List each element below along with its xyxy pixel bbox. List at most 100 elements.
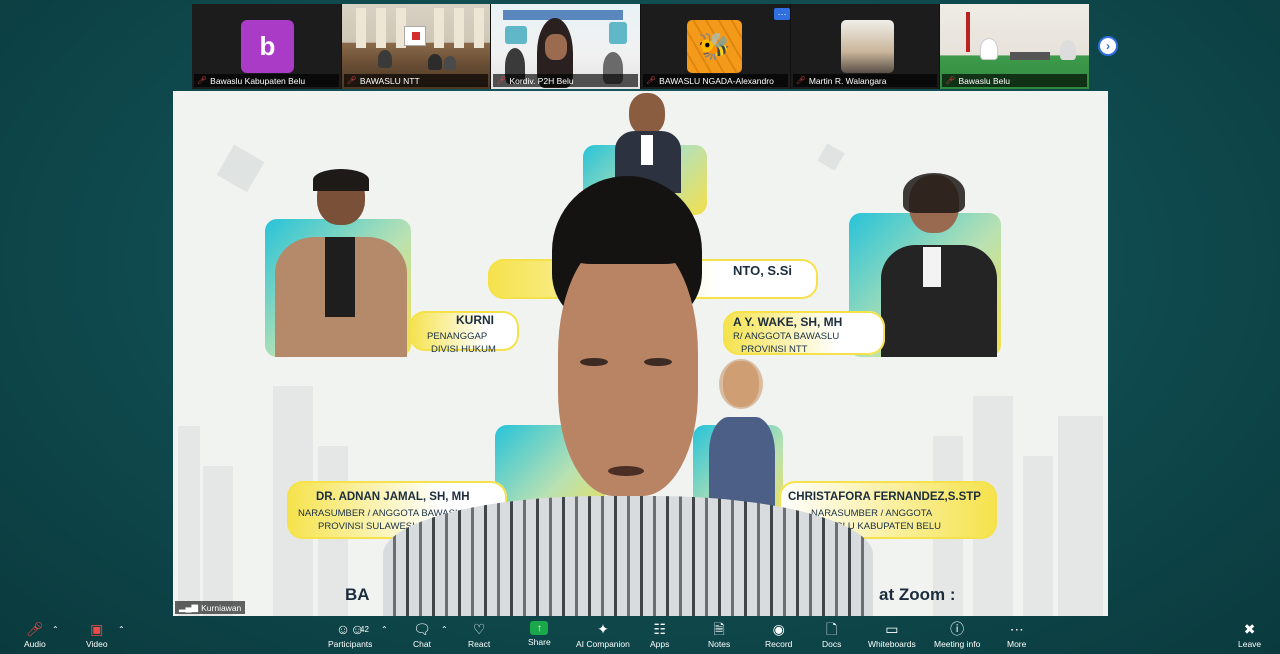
speaker-role: PROVINSI NTT: [741, 344, 808, 355]
whiteboards-label: Whiteboards: [868, 639, 916, 649]
video-label: Video: [86, 639, 108, 649]
speaker-role: PENANGGAP: [427, 331, 488, 342]
participants-options-caret[interactable]: ⌃: [381, 625, 388, 634]
record-icon: ◉: [772, 621, 785, 637]
docs-icon: 🗋︎: [826, 621, 838, 637]
whiteboard-icon: ▭: [885, 621, 899, 637]
participant-name-bar: 🎤︎ Bawaslu Belu: [942, 74, 1088, 87]
decorative-shape: [817, 143, 845, 171]
speaker-role: NARASUMBER / ANGGOTA: [811, 508, 933, 519]
share-label: Share: [528, 637, 551, 647]
participant-tile[interactable]: b 🎤︎ Bawaslu Kabupaten Belu: [192, 4, 341, 89]
speaker-role: DIVISI HUKUM: [431, 344, 496, 355]
leave-button[interactable]: ✖ Leave: [1238, 621, 1261, 649]
participant-tile[interactable]: 🎤︎ Martin R. Walangara: [790, 4, 940, 89]
speaker-name: A Y. WAKE, SH, MH: [733, 315, 843, 329]
participants-label: Participants: [328, 639, 373, 649]
docs-button[interactable]: 🗋︎ Docs: [822, 621, 841, 649]
meeting-toolbar: 🎤︎ Audio ⌃ ▣ Video ⌃ ☺☺ Participants 42 …: [0, 617, 1280, 654]
gallery-strip: b 🎤︎ Bawaslu Kabupaten Belu 🎤︎ BAWASLU N…: [192, 4, 1090, 89]
speaker-username: Kurniawan: [201, 602, 242, 613]
share-button[interactable]: ↑ Share: [528, 621, 551, 647]
participant-tile[interactable]: 🎤︎ BAWASLU NTT: [341, 4, 491, 89]
more-button[interactable]: ⋯ More: [1007, 621, 1026, 649]
ai-companion-button[interactable]: ✦ AI Companion: [576, 621, 630, 649]
speaker-name: KURNI: [456, 313, 494, 327]
participant-tile[interactable]: 🐝 🎤︎ BAWASLU NGADA-Alexandro: [641, 4, 790, 89]
ai-companion-label: AI Companion: [576, 639, 630, 649]
video-options-caret[interactable]: ⌃: [118, 625, 125, 634]
react-label: React: [468, 639, 491, 649]
whiteboards-button[interactable]: ▭ Whiteboards: [868, 621, 916, 649]
mic-off-icon: 🎤︎: [346, 76, 357, 85]
participant-name-bar: 🎤︎ BAWASLU NGADA-Alexandro: [643, 74, 788, 87]
speaker-name: DR. ADNAN JAMAL, SH, MH: [316, 491, 470, 503]
mic-off-icon: 🎤︎: [945, 76, 956, 85]
speaker-name-label: ▂▄▆ Kurniawan: [175, 601, 246, 614]
avatar: [840, 20, 894, 73]
signal-icon: ▂▄▆: [179, 602, 199, 612]
meeting-info-label: Meeting info: [934, 639, 981, 649]
react-button[interactable]: ♡ React: [468, 621, 490, 649]
participant-name: Kordiv. P2H Belu: [509, 75, 574, 86]
sparkle-icon: ✦: [597, 621, 609, 637]
chat-options-caret[interactable]: ⌃: [441, 625, 448, 634]
main-speaker-video: NTO, S.Si KURNI PENANGGAP DIVISI HUKUM A…: [173, 91, 1108, 616]
notes-button[interactable]: 🗎︎ Notes: [708, 621, 730, 649]
decorative-shape: [216, 144, 265, 193]
avatar: b: [241, 20, 294, 73]
participant-name: Bawaslu Belu: [958, 75, 1011, 86]
notes-icon: 🗎︎: [713, 621, 725, 637]
leave-icon: ✖: [1243, 621, 1256, 637]
share-screen-icon: ↑: [530, 621, 549, 635]
speaker-role: R/ ANGGOTA BAWASLU: [733, 331, 840, 342]
docs-label: Docs: [822, 639, 842, 649]
poster-footer-text: at Zoom :: [879, 585, 956, 604]
participant-name-bar: 🎤︎ Kordiv. P2H Belu: [493, 74, 639, 87]
speaker-photo: [275, 169, 407, 357]
participant-tile-active-speaker[interactable]: 🎤︎ Kordiv. P2H Belu: [491, 4, 641, 89]
heart-icon: ♡: [472, 621, 486, 637]
mic-off-icon: 🎤︎: [795, 76, 806, 85]
chat-label: Chat: [413, 639, 431, 649]
mic-muted-icon: 🎤︎: [25, 621, 44, 637]
meeting-info-button[interactable]: ⓘ Meeting info: [934, 621, 980, 649]
poster-footer-text: BA: [345, 585, 370, 604]
speaker-name: NTO, S.Si: [733, 263, 792, 278]
speaker-name: CHRISTAFORA FERNANDEZ,S.STP: [788, 491, 981, 503]
participants-count: 42: [360, 625, 369, 634]
bee-icon: 🐝: [687, 20, 743, 73]
participant-name: Bawaslu Kabupaten Belu: [210, 75, 306, 86]
participant-name: BAWASLU NTT: [359, 75, 420, 86]
record-button[interactable]: ◉ Record: [765, 621, 792, 649]
audio-options-caret[interactable]: ⌃: [52, 625, 59, 634]
tile-more-options-button[interactable]: ⋯: [774, 8, 790, 20]
more-label: More: [1007, 639, 1027, 649]
mic-off-icon: 🎤︎: [197, 76, 208, 85]
participant-tile[interactable]: 🎤︎ Bawaslu Belu: [940, 4, 1090, 89]
chat-button[interactable]: 🗨︎ Chat: [413, 621, 431, 649]
participant-name: Martin R. Walangara: [808, 75, 887, 86]
participant-name-bar: 🎤︎ Martin R. Walangara: [792, 74, 938, 87]
mic-off-icon: 🎤︎: [646, 76, 657, 85]
apps-button[interactable]: ☷ Apps: [650, 621, 669, 649]
record-label: Record: [765, 639, 793, 649]
video-off-icon: ▣: [90, 621, 104, 637]
audio-button[interactable]: 🎤︎ Audio: [24, 621, 46, 649]
participant-name-bar: 🎤︎ BAWASLU NTT: [343, 74, 489, 87]
info-icon: ⓘ: [950, 621, 965, 637]
participant-name-bar: 🎤︎ Bawaslu Kabupaten Belu: [194, 74, 339, 87]
more-icon: ⋯: [1009, 621, 1024, 637]
speaker-person: [383, 176, 873, 616]
video-button[interactable]: ▣ Video: [86, 621, 108, 649]
notes-label: Notes: [708, 639, 731, 649]
chat-icon: 🗨︎: [413, 621, 431, 637]
speaker-photo: [873, 173, 997, 357]
apps-icon: ☷: [653, 621, 666, 637]
apps-label: Apps: [650, 639, 670, 649]
mic-off-icon: 🎤︎: [496, 76, 507, 85]
gallery-next-page-button[interactable]: ›: [1098, 36, 1118, 56]
audio-label: Audio: [24, 639, 46, 649]
leave-label: Leave: [1238, 639, 1262, 649]
participant-name: BAWASLU NGADA-Alexandro: [659, 75, 774, 86]
